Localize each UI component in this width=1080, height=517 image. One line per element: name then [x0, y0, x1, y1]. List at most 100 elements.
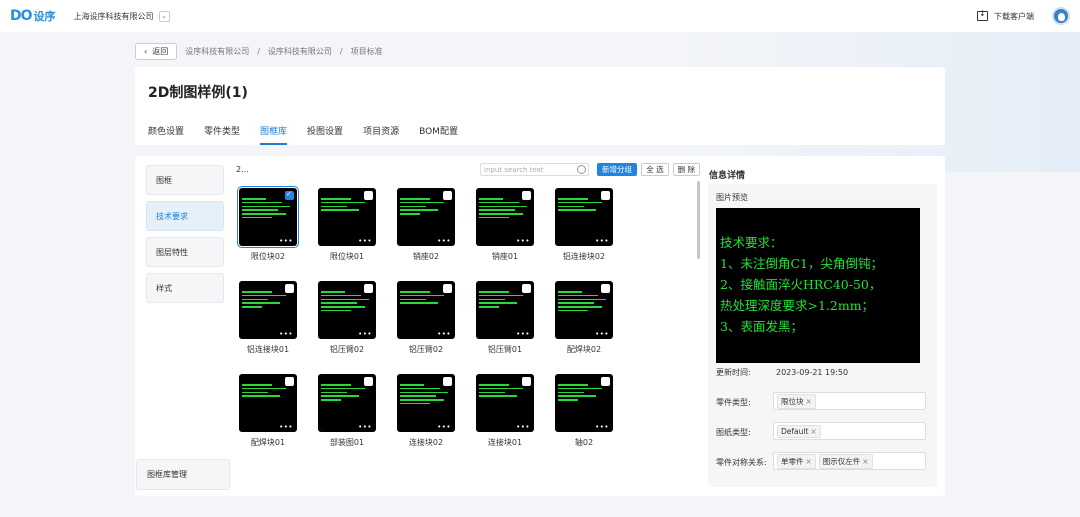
frame-card[interactable]: ••• 铝连接块01 [239, 281, 299, 355]
close-icon[interactable]: × [862, 457, 868, 466]
chevron-down-icon[interactable]: ⌄ [158, 10, 170, 22]
frame-card[interactable]: ••• 连接块01 [476, 374, 536, 448]
tab-frame-library[interactable]: 图框库 [260, 124, 288, 145]
frame-thumbnail[interactable]: ••• [318, 188, 376, 246]
preview-line: 1、未注倒角C1，尖角倒钝； [720, 256, 883, 271]
frame-thumbnail[interactable]: ••• [239, 281, 297, 339]
frame-card[interactable]: ••• 销座01 [476, 188, 536, 262]
avatar[interactable] [1052, 7, 1070, 25]
more-dots-icon[interactable]: ••• [358, 330, 372, 338]
frame-library-manage-button[interactable]: 图框库管理 [136, 459, 230, 490]
more-dots-icon[interactable]: ••• [516, 330, 530, 338]
breadcrumb-item[interactable]: 设序科技有限公司 [185, 46, 249, 57]
back-button[interactable]: ‹ 返回 [135, 43, 178, 60]
preview-line: 3、表面发黑； [720, 319, 803, 334]
frame-thumbnail[interactable]: ••• [476, 374, 534, 432]
more-dots-icon[interactable]: ••• [437, 330, 451, 338]
relation-select[interactable]: 单零件 × 图示仅左件 × [773, 452, 926, 470]
frame-thumbnail[interactable]: ••• [555, 281, 613, 339]
frame-thumbnail[interactable]: ••• [555, 188, 613, 246]
sidebar-item-tech-requirements[interactable]: 技术要求 [146, 201, 224, 231]
page-title: 2D制图样例(1) [148, 85, 248, 101]
frame-thumbnail[interactable]: ••• [476, 281, 534, 339]
frame-card[interactable]: ••• 销座02 [397, 188, 457, 262]
tab-bar: 颜色设置 零件类型 图框库 投图设置 项目资源 BOM配置 [148, 124, 458, 145]
frame-card[interactable]: ••• 铝压臂02 [318, 281, 378, 355]
search-input[interactable]: input search text [480, 163, 589, 176]
frame-card[interactable]: ••• 限位块01 [318, 188, 378, 262]
tab-color-settings[interactable]: 颜色设置 [148, 124, 184, 145]
tag-label: 限位块 [781, 396, 804, 406]
frame-thumbnail[interactable]: ••• [397, 374, 455, 432]
search-icon[interactable] [577, 165, 586, 174]
thumbnail-text-lines [479, 198, 531, 221]
part-type-label: 零件类型: [716, 398, 751, 407]
tab-project-resources[interactable]: 项目资源 [363, 124, 399, 145]
new-group-button[interactable]: 新增分组 [597, 163, 637, 176]
tab-bom-config[interactable]: BOM配置 [419, 124, 458, 145]
chevron-left-icon: ‹ [144, 47, 148, 56]
more-dots-icon[interactable]: ••• [279, 423, 293, 431]
header-card: 2D制图样例(1) 颜色设置 零件类型 图框库 投图设置 项目资源 BOM配置 [135, 67, 945, 145]
more-dots-icon[interactable]: ••• [516, 237, 530, 245]
group-name[interactable]: 2... [236, 165, 249, 174]
thumbnail-text-lines [242, 384, 294, 399]
thumbnail-text-lines [242, 198, 294, 221]
frame-label: 销座01 [491, 252, 519, 261]
more-dots-icon[interactable]: ••• [358, 237, 372, 245]
breadcrumb-item[interactable]: 设序科技有限公司 [268, 46, 332, 57]
main-content: 图框 技术要求 图层特性 样式 图框库管理 2... input search … [135, 156, 945, 496]
frame-thumbnail[interactable]: ••• [476, 188, 534, 246]
frame-card[interactable]: ••• 铝压臂01 [476, 281, 536, 355]
grid-scrollbar[interactable] [697, 181, 700, 259]
more-dots-icon[interactable]: ••• [358, 423, 372, 431]
close-icon[interactable]: × [806, 397, 812, 406]
more-dots-icon[interactable]: ••• [437, 237, 451, 245]
frame-label: 连接块02 [408, 438, 444, 447]
sidebar-item-styles[interactable]: 样式 [146, 273, 224, 303]
delete-button[interactable]: 删 除 [673, 163, 700, 176]
more-dots-icon[interactable]: ••• [279, 237, 293, 245]
close-icon[interactable]: × [806, 457, 812, 466]
logo[interactable]: DO 设序 [10, 8, 56, 24]
frame-card[interactable]: ••• 配焊块01 [239, 374, 299, 448]
frame-card[interactable]: ••• 配焊块02 [555, 281, 615, 355]
thumbnail-text-lines [321, 384, 373, 403]
more-dots-icon[interactable]: ••• [595, 237, 609, 245]
frame-card[interactable]: ••• 铝压臂02 [397, 281, 457, 355]
frame-thumbnail[interactable]: ••• [237, 186, 299, 248]
more-dots-icon[interactable]: ••• [516, 423, 530, 431]
part-type-tag: 限位块 × [777, 393, 816, 409]
frame-label: 配焊块01 [250, 438, 286, 447]
thumbnail-text-lines [242, 291, 294, 310]
download-client-link[interactable]: 下载客户端 [994, 11, 1034, 22]
more-dots-icon[interactable]: ••• [279, 330, 293, 338]
drawing-type-select[interactable]: Default × [773, 422, 926, 440]
close-icon[interactable]: × [810, 427, 816, 436]
frame-thumbnail[interactable]: ••• [397, 281, 455, 339]
frame-thumbnail[interactable]: ••• [397, 188, 455, 246]
frame-thumbnail[interactable]: ••• [318, 281, 376, 339]
frame-label: 铝压臂02 [329, 345, 365, 354]
frame-card[interactable]: ••• 部装图01 [318, 374, 378, 448]
sidebar-item-layer-properties[interactable]: 图层特性 [146, 237, 224, 267]
frame-card[interactable]: ••• 铝连接块02 [555, 188, 615, 262]
thumbnail-text-lines [558, 291, 610, 314]
more-dots-icon[interactable]: ••• [437, 423, 451, 431]
frame-card[interactable]: ••• 限位块02 [237, 186, 299, 262]
sidebar-item-frame[interactable]: 图框 [146, 165, 224, 195]
more-dots-icon[interactable]: ••• [595, 423, 609, 431]
download-icon[interactable] [977, 9, 988, 21]
frame-thumbnail[interactable]: ••• [555, 374, 613, 432]
frame-thumbnail[interactable]: ••• [318, 374, 376, 432]
more-dots-icon[interactable]: ••• [595, 330, 609, 338]
tab-part-type[interactable]: 零件类型 [204, 124, 240, 145]
select-all-button[interactable]: 全 选 [641, 163, 669, 176]
frame-card[interactable]: ••• 轴02 [555, 374, 615, 448]
frame-thumbnail[interactable]: ••• [239, 374, 297, 432]
part-type-select[interactable]: 限位块 × [773, 392, 926, 410]
company-switcher[interactable]: 上海设序科技有限公司 ⌄ [74, 10, 170, 22]
thumbnail-text-lines [321, 198, 373, 213]
frame-card[interactable]: ••• 连接块02 [397, 374, 457, 448]
tab-projection-settings[interactable]: 投图设置 [307, 124, 343, 145]
